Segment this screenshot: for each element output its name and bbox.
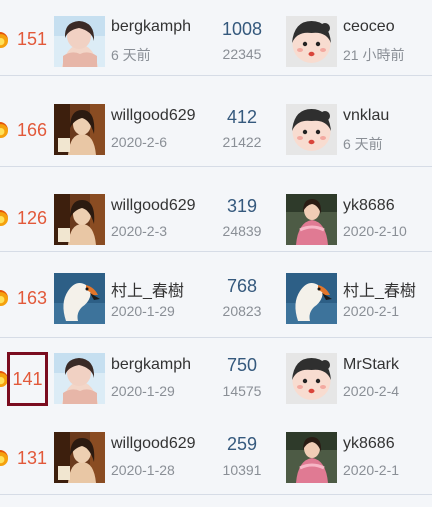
poster-avatar[interactable] [54,16,105,67]
pink-photo-avatar-icon [286,432,337,483]
reply-count: 768 [226,276,258,296]
swan-avatar-icon [54,273,105,324]
last-post-time: 2020-2-1 [343,303,400,319]
view-count: 22345 [222,46,262,62]
last-post-time: 2020-2-4 [343,383,400,399]
hot-thread-icon [0,32,8,48]
pink-photo-avatar-icon [286,194,337,245]
woman-avatar-icon [54,104,105,155]
cartoon-face-icon [286,353,337,404]
hot-thread-icon [0,210,8,226]
last-post-time: 2020-2-1 [343,462,400,478]
thread-row[interactable]: 163 村上_春樹 2020-1-29 768 20823 村上_春樹 2020… [0,258,432,338]
thread-list: 151 bergkamph 6 天前 1008 22345 ceoceo 21 … [0,0,432,507]
last-poster-name[interactable]: 村上_春樹 [343,277,429,301]
poster-name[interactable]: willgood629 [111,435,205,453]
hot-thread-icon [0,450,8,466]
last-poster-name[interactable]: yk8686 [343,197,429,215]
thread-row[interactable]: 131 willgood629 2020-1-28 259 10391 yk86… [0,417,432,495]
poster-avatar[interactable] [54,273,105,324]
poster-date: 2020-2-3 [111,223,168,239]
last-post-time: 21 小時前 [343,47,405,63]
poster-name[interactable]: bergkamph [111,356,205,374]
poster-avatar[interactable] [54,104,105,155]
swan-avatar-icon [286,273,337,324]
thread-row[interactable]: 166 willgood629 2020-2-6 412 21422 vnkla… [0,86,432,167]
reply-count: 319 [226,196,258,216]
poster-name[interactable]: bergkamph [111,18,205,36]
rank-count: 166 [16,120,48,140]
hot-thread-icon [0,290,8,306]
rank-count: 151 [16,29,48,49]
view-count: 20823 [222,303,262,319]
woman-avatar-icon [54,432,105,483]
rank-count: 126 [16,208,48,228]
last-post-time: 2020-2-10 [343,223,407,239]
poster-date: 2020-2-6 [111,134,168,150]
last-poster-avatar[interactable] [286,16,337,67]
thread-row[interactable]: 126 willgood629 2020-2-3 319 24839 yk868… [0,177,432,252]
poster-date: 2020-1-28 [111,462,175,478]
last-post-time: 6 天前 [343,136,383,152]
view-count: 24839 [222,223,262,239]
girl-avatar-icon [54,16,105,67]
poster-date: 6 天前 [111,47,151,63]
last-poster-avatar[interactable] [286,194,337,245]
reply-count: 750 [226,355,258,375]
thread-row[interactable]: 141 bergkamph 2020-1-29 750 14575 MrStar… [0,338,432,418]
poster-name[interactable]: willgood629 [111,107,205,125]
poster-date: 2020-1-29 [111,383,175,399]
reply-count: 259 [226,434,258,454]
last-poster-name[interactable]: ceoceo [343,18,429,36]
poster-avatar[interactable] [54,194,105,245]
last-poster-name[interactable]: MrStark [343,356,429,374]
last-poster-avatar[interactable] [286,104,337,155]
poster-name[interactable]: willgood629 [111,197,205,215]
last-poster-name[interactable]: yk8686 [343,435,429,453]
last-poster-avatar[interactable] [286,353,337,404]
rank-count: 131 [16,448,48,468]
hot-thread-icon [0,122,8,138]
rank-count-selected[interactable]: 141 [7,352,48,406]
reply-count: 1008 [221,19,263,39]
woman-avatar-icon [54,194,105,245]
poster-avatar[interactable] [54,353,105,404]
view-count: 21422 [222,134,262,150]
last-poster-avatar[interactable] [286,432,337,483]
last-poster-name[interactable]: vnklau [343,107,429,125]
poster-date: 2020-1-29 [111,303,175,319]
cartoon-face-icon [286,16,337,67]
rank-count: 163 [16,288,48,308]
reply-count: 412 [226,107,258,127]
thread-row[interactable]: 151 bergkamph 6 天前 1008 22345 ceoceo 21 … [0,0,432,76]
view-count: 14575 [222,383,262,399]
last-poster-avatar[interactable] [286,273,337,324]
cartoon-face-icon [286,104,337,155]
girl-avatar-icon [54,353,105,404]
view-count: 10391 [222,462,262,478]
poster-name[interactable]: 村上_春樹 [111,277,205,301]
poster-avatar[interactable] [54,432,105,483]
